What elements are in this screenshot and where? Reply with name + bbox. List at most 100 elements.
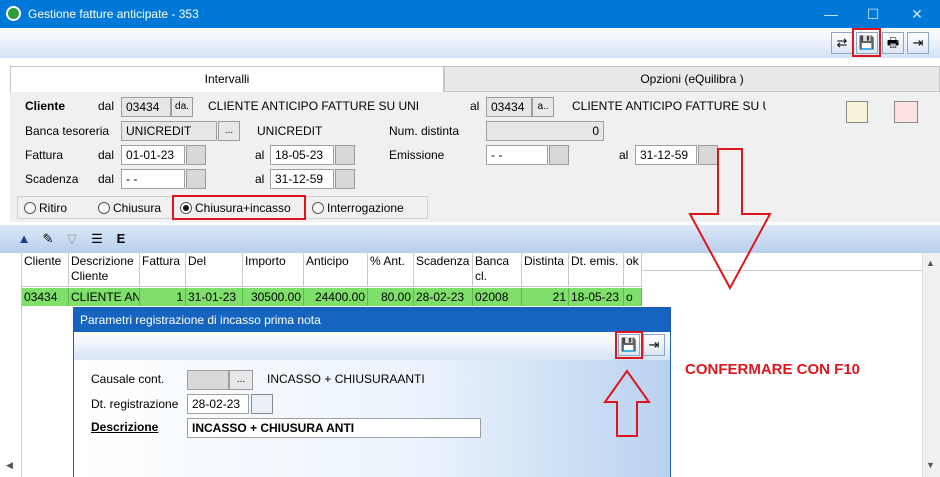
- cliente-label: Cliente: [25, 99, 66, 113]
- maximize-button[interactable]: ☐: [862, 4, 884, 24]
- scadenza-to-field[interactable]: 31-12-59: [270, 169, 334, 189]
- grid-toolbar: [0, 225, 940, 253]
- fattura-al-label: al: [255, 148, 265, 162]
- fattura-from-field[interactable]: 01-01-23: [121, 145, 185, 165]
- calendar-icon[interactable]: [186, 169, 206, 189]
- banca-label: Banca tesoreria: [25, 124, 110, 138]
- num-distinta-label: Num. distinta: [389, 124, 460, 138]
- print-icon[interactable]: 🖶: [882, 32, 904, 54]
- column-header[interactable]: Del: [186, 253, 243, 287]
- banca-code-field[interactable]: UNICREDIT: [121, 121, 217, 141]
- column-header[interactable]: Descrizione Cliente: [69, 253, 140, 287]
- scadenza-dal-label: dal: [98, 172, 115, 186]
- column-header[interactable]: Fattura: [140, 253, 186, 287]
- cliente-from-field[interactable]: 03434: [121, 97, 171, 117]
- table-cell[interactable]: 21: [522, 288, 569, 306]
- dt-registrazione-field[interactable]: 28-02-23: [187, 394, 249, 414]
- table-cell[interactable]: 24400.00: [304, 288, 368, 306]
- up-arrow-icon[interactable]: ▲: [14, 229, 34, 249]
- column-header[interactable]: Cliente: [22, 253, 69, 287]
- cliente-from-name: CLIENTE ANTICIPO FATTURE SU UNI: [208, 99, 420, 113]
- fattura-label: Fattura: [25, 148, 64, 162]
- scadenza-al-label: al: [255, 172, 265, 186]
- export-icon[interactable]: E: [111, 229, 131, 249]
- causale-label: Causale cont.: [91, 372, 165, 386]
- down-arrow-annotation: [688, 148, 772, 291]
- table-cell[interactable]: 02008: [473, 288, 522, 306]
- grid-row-header: [0, 253, 22, 477]
- column-header[interactable]: Anticipo: [304, 253, 368, 287]
- fattura-to-field[interactable]: 18-05-23: [270, 145, 334, 165]
- banca-lookup-button[interactable]: ...: [218, 121, 240, 141]
- save-icon[interactable]: 💾: [856, 32, 878, 54]
- cliente-to-name: CLIENTE ANTICIPO FATTURE SU U: [572, 99, 766, 113]
- delete-filter-icon[interactable]: [894, 101, 918, 123]
- scroll-down-icon[interactable]: ▼: [926, 460, 935, 470]
- column-header[interactable]: % Ant.: [368, 253, 414, 287]
- emissione-from-field[interactable]: - -: [486, 145, 548, 165]
- cliente-al-label: al: [470, 99, 480, 113]
- cliente-to-lookup-button[interactable]: a..: [532, 97, 554, 117]
- causale-field[interactable]: [187, 370, 229, 390]
- main-toolbar: [0, 28, 940, 58]
- causale-description: INCASSO + CHIUSURAANTI: [267, 372, 425, 386]
- radio-chiusura-incasso-label: Chiusura+incasso: [195, 201, 291, 215]
- calendar-icon[interactable]: [335, 169, 355, 189]
- table-cell[interactable]: 28-02-23: [414, 288, 473, 306]
- cliente-to-field[interactable]: 03434: [486, 97, 532, 117]
- list-icon[interactable]: ☰: [87, 229, 107, 249]
- radio-ritiro-label: Ritiro: [39, 201, 68, 215]
- causale-lookup-button[interactable]: ...: [229, 370, 253, 390]
- dialog-title: Parametri registrazione di incasso prima…: [74, 308, 670, 332]
- scadenza-from-field[interactable]: - -: [121, 169, 185, 189]
- exit-icon[interactable]: ⇥: [907, 32, 929, 54]
- fattura-dal-label: dal: [98, 148, 115, 162]
- radio-chiusura[interactable]: Chiusura: [98, 201, 161, 215]
- column-header[interactable]: Distinta: [522, 253, 569, 287]
- table-cell[interactable]: CLIENTE AN: [69, 288, 140, 306]
- edit-icon[interactable]: ✎: [38, 229, 58, 249]
- scadenza-label: Scadenza: [25, 172, 79, 186]
- calendar-icon[interactable]: [549, 145, 569, 165]
- table-cell[interactable]: 03434: [22, 288, 69, 306]
- radio-chiusura-incasso[interactable]: Chiusura+incasso: [180, 201, 291, 215]
- annotation-text: CONFERMARE CON F10: [685, 361, 861, 378]
- up-arrow-annotation: [603, 369, 651, 437]
- app-icon: [6, 6, 21, 21]
- descrizione-field[interactable]: INCASSO + CHIUSURA ANTI: [187, 418, 481, 438]
- annotation-arrows: [603, 148, 772, 437]
- scroll-left-icon[interactable]: ◀: [6, 460, 13, 471]
- table-cell[interactable]: 30500.00: [243, 288, 304, 306]
- minimize-button[interactable]: —: [820, 4, 842, 24]
- refresh-icon[interactable]: ⇄: [831, 32, 853, 54]
- emissione-label: Emissione: [389, 148, 445, 162]
- dt-registrazione-label: Dt. registrazione: [91, 397, 179, 411]
- tab-opzioni[interactable]: Opzioni (eQuilibra ): [444, 66, 940, 92]
- table-cell[interactable]: 1: [140, 288, 186, 306]
- scroll-up-icon[interactable]: ▲: [926, 258, 935, 268]
- calendar-icon[interactable]: [251, 394, 273, 414]
- cliente-dal-label: dal: [98, 99, 115, 113]
- column-header[interactable]: Scadenza: [414, 253, 473, 287]
- cliente-from-lookup-button[interactable]: da.: [171, 97, 193, 117]
- radio-interrogazione[interactable]: Interrogazione: [312, 201, 404, 215]
- table-cell[interactable]: 80.00: [368, 288, 414, 306]
- close-button[interactable]: ✕: [906, 4, 928, 24]
- radio-chiusura-label: Chiusura: [113, 201, 162, 215]
- window-title: Gestione fatture anticipate - 353: [28, 7, 199, 21]
- num-distinta-field[interactable]: 0: [486, 121, 604, 141]
- dialog-toolbar: [74, 332, 670, 360]
- radio-ritiro[interactable]: Ritiro: [24, 201, 67, 215]
- calendar-icon[interactable]: [186, 145, 206, 165]
- calendar-icon[interactable]: [335, 145, 355, 165]
- column-header[interactable]: Banca cl.: [473, 253, 522, 287]
- column-header[interactable]: Importo: [243, 253, 304, 287]
- document-icon[interactable]: [846, 101, 868, 123]
- vertical-scrollbar[interactable]: [922, 253, 940, 477]
- descrizione-label: Descrizione: [91, 420, 159, 434]
- table-cell[interactable]: 31-01-23: [186, 288, 243, 306]
- banca-name: UNICREDIT: [257, 124, 323, 138]
- radio-interrogazione-label: Interrogazione: [327, 201, 404, 215]
- tab-intervalli[interactable]: Intervalli: [10, 66, 444, 92]
- filter-icon[interactable]: ▽: [62, 229, 82, 249]
